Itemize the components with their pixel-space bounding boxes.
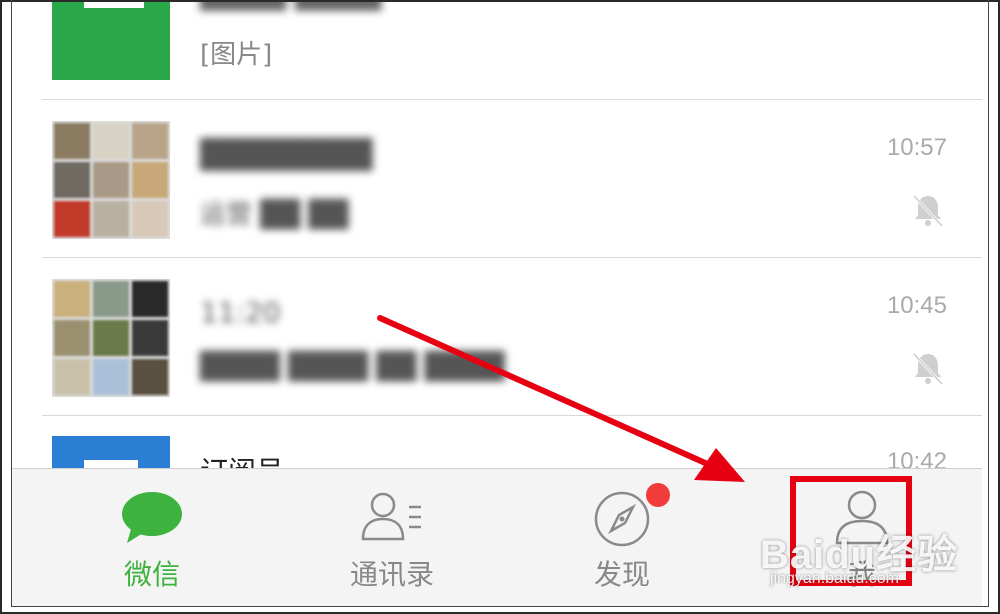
chat-subtitle: 运营 ██ ██ bbox=[200, 200, 349, 230]
chat-title: ████████ bbox=[200, 138, 373, 171]
group-avatar bbox=[52, 279, 170, 397]
notification-badge bbox=[646, 483, 670, 507]
tab-discover[interactable]: 发现 bbox=[542, 469, 702, 607]
tab-contacts[interactable]: 通讯录 bbox=[312, 469, 472, 607]
tab-label: 微信 bbox=[123, 558, 180, 591]
chat-row[interactable]: 11:20 ████ ████ ██ ████ 10:45 bbox=[12, 258, 982, 416]
chat-title: 订阅号 bbox=[200, 450, 284, 468]
tab-label: 发现 bbox=[593, 558, 650, 591]
tab-chats[interactable]: 微信 bbox=[72, 469, 232, 607]
tab-me[interactable]: 我 bbox=[782, 469, 942, 607]
avatar: ➜ bbox=[52, 0, 170, 80]
chat-time: 10:45 bbox=[886, 292, 947, 319]
chat-subtitle: [图片] bbox=[200, 40, 273, 70]
chat-list: ➜ ████ ████ [图片] ████████ 运营 ██ ██ 10:57 bbox=[12, 0, 982, 468]
chat-time: 10:42 bbox=[886, 448, 947, 468]
chat-bubble-icon bbox=[122, 492, 182, 543]
chat-title: ████ ████ bbox=[200, 0, 381, 11]
chat-row[interactable]: ████████ 运营 ██ ██ 10:57 bbox=[12, 100, 982, 258]
chat-title: 11:20 bbox=[200, 296, 281, 329]
tab-bar: 微信 通讯录 发现 我 bbox=[12, 468, 982, 606]
mute-icon bbox=[912, 194, 944, 228]
chat-subtitle: ████ ████ ██ ████ bbox=[200, 352, 505, 382]
chat-row[interactable]: ➜ ████ ████ [图片] bbox=[12, 0, 982, 100]
tab-label: 我 bbox=[847, 558, 876, 591]
chat-row[interactable]: 订阅号 10:42 bbox=[12, 416, 982, 468]
subscription-icon bbox=[84, 460, 138, 468]
tab-label: 通讯录 bbox=[349, 558, 434, 591]
mute-icon bbox=[912, 352, 944, 386]
transfer-icon: ➜ bbox=[84, 0, 144, 8]
group-avatar bbox=[52, 121, 170, 239]
avatar bbox=[52, 436, 170, 468]
person-icon bbox=[835, 490, 889, 545]
contacts-icon bbox=[361, 492, 421, 541]
chat-time: 10:57 bbox=[886, 134, 947, 161]
